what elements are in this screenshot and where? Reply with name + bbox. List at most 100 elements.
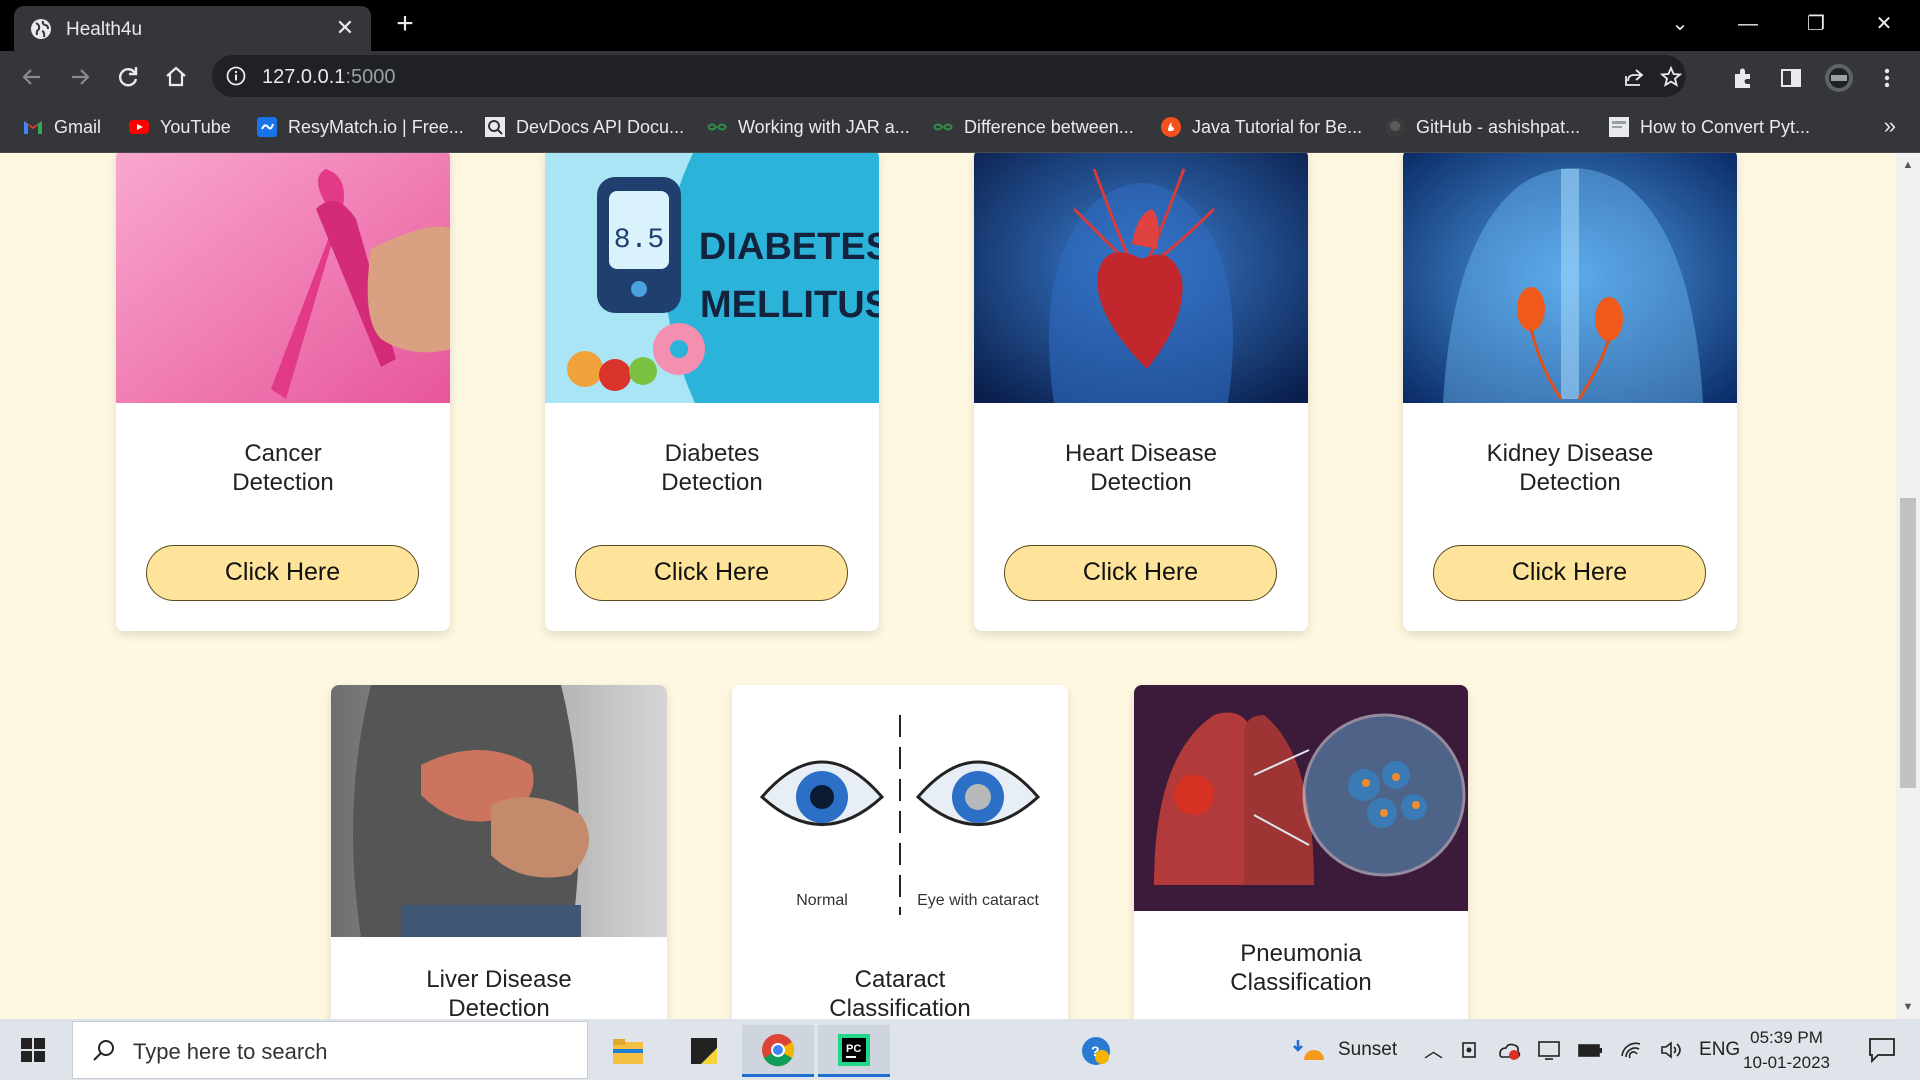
- battery-icon[interactable]: [1577, 1039, 1603, 1061]
- card-cancer-detection: Cancer Detection Click Here: [116, 153, 450, 631]
- bookmark-devdocs[interactable]: DevDocs API Docu...: [484, 115, 684, 139]
- reload-icon[interactable]: [114, 63, 142, 91]
- sticky-notes-app[interactable]: [668, 1025, 740, 1077]
- scroll-up-arrow-icon[interactable]: ▲: [1902, 159, 1914, 171]
- forward-arrow-icon[interactable]: [66, 63, 94, 91]
- windows-taskbar: Type here to search PC ? Sunset ︿ ENG 05…: [0, 1019, 1920, 1080]
- site-info-icon[interactable]: [226, 66, 246, 86]
- help-icon[interactable]: ?: [1080, 1035, 1112, 1067]
- profile-avatar-icon[interactable]: [1824, 63, 1854, 93]
- pycharm-icon: PC: [838, 1033, 870, 1066]
- new-tab-plus-icon[interactable]: +: [390, 9, 420, 40]
- gfg-icon: [707, 123, 727, 131]
- diabetes-meter-image: 8.5 DIABETES MELLITUS: [545, 153, 879, 403]
- card-title-line2: Detection: [448, 995, 550, 1019]
- notifications-icon[interactable]: [1868, 1037, 1896, 1063]
- close-window-icon[interactable]: ✕: [1864, 8, 1904, 40]
- page-scrollbar[interactable]: ▲ ▼: [1896, 153, 1920, 1019]
- gmail-icon: [24, 121, 42, 134]
- wifi-icon[interactable]: [1619, 1039, 1643, 1061]
- onedrive-error-icon[interactable]: [1497, 1039, 1521, 1061]
- search-icon: [93, 1040, 114, 1061]
- bookmarks-bar: Gmail YouTube ResyMatch.io | Free... Dev…: [0, 101, 1920, 153]
- devdocs-icon: [485, 117, 505, 137]
- weather-label: Sunset: [1338, 1038, 1398, 1060]
- globe-icon: [31, 19, 51, 39]
- display-settings-icon[interactable]: [1537, 1039, 1561, 1061]
- bookmark-jar[interactable]: Working with JAR a...: [706, 115, 910, 139]
- bookmark-label: ResyMatch.io | Free...: [288, 116, 464, 137]
- home-icon[interactable]: [162, 63, 190, 91]
- file-explorer-app[interactable]: [592, 1025, 664, 1077]
- extensions-puzzle-icon[interactable]: [1730, 65, 1756, 91]
- cataract-eyes-image: Normal Eye with cataract: [732, 685, 1068, 937]
- volume-icon[interactable]: [1659, 1039, 1683, 1061]
- pneumonia-lungs-image: [1134, 685, 1468, 911]
- card-title-line1: Heart Disease: [1064, 440, 1218, 467]
- bookmark-label: DevDocs API Docu...: [516, 116, 685, 137]
- bookmark-label: How to Convert Pyt...: [1640, 116, 1811, 137]
- card-title-line2: Classification: [1230, 969, 1372, 996]
- mellitus-word: MELLITUS: [700, 284, 879, 326]
- liver-image: [331, 685, 667, 937]
- taskbar-search-box[interactable]: Type here to search: [72, 1021, 588, 1079]
- cancer-click-here-button[interactable]: Click Here: [146, 545, 419, 601]
- minimize-icon[interactable]: —: [1728, 8, 1768, 40]
- kidney-click-here-button[interactable]: Click Here: [1433, 545, 1706, 601]
- tab-search-chevron-icon[interactable]: ⌄: [1660, 8, 1700, 40]
- card-title-line1: Diabetes: [664, 440, 760, 467]
- diabetes-click-here-button[interactable]: Click Here: [575, 545, 848, 601]
- bookmark-gmail[interactable]: Gmail: [22, 115, 101, 139]
- bookmark-label: Difference between...: [964, 116, 1134, 137]
- bookmark-label: YouTube: [160, 116, 231, 137]
- side-panel-icon[interactable]: [1778, 65, 1804, 91]
- tab-health4u[interactable]: Health4u ✕: [14, 6, 371, 51]
- clock-date: 10-01-2023: [1743, 1053, 1830, 1072]
- heart-click-here-button[interactable]: Click Here: [1004, 545, 1277, 601]
- taskbar-clock[interactable]: 05:39 PM 10-01-2023: [1743, 1025, 1830, 1075]
- kidney-anatomy-image: [1403, 153, 1737, 403]
- bookmark-java-tutorial[interactable]: Java Tutorial for Be...: [1160, 115, 1362, 139]
- card-cataract-classification: Normal Eye with cataract Cataract Classi…: [732, 685, 1068, 1019]
- restore-icon[interactable]: ❐: [1796, 8, 1836, 40]
- card-title-line2: Detection: [661, 469, 763, 496]
- language-indicator[interactable]: ENG: [1699, 1039, 1740, 1061]
- normal-eye-label: Normal: [796, 892, 848, 909]
- sunset-icon: [1293, 1039, 1324, 1060]
- back-arrow-icon[interactable]: [18, 63, 46, 91]
- more-bookmarks-chevron-icon[interactable]: »: [1884, 113, 1896, 139]
- bookmark-resymatch[interactable]: ResyMatch.io | Free...: [256, 115, 464, 139]
- search-placeholder: Type here to search: [133, 1039, 328, 1064]
- card-title-line1: Kidney Disease: [1486, 440, 1654, 467]
- page-icon: [1609, 117, 1629, 137]
- meet-now-icon[interactable]: [1459, 1039, 1481, 1061]
- browser-tab-strip: Health4u ✕ + ⌄ — ❐ ✕: [0, 0, 1920, 51]
- show-hidden-icons-chevron-icon[interactable]: ︿: [1424, 1036, 1443, 1063]
- address-bar[interactable]: 127.0.0.1:5000: [212, 55, 1686, 97]
- bookmark-star-icon[interactable]: [1659, 65, 1683, 89]
- java-tutorial-icon: [1161, 117, 1181, 137]
- bookmark-youtube[interactable]: YouTube: [128, 115, 231, 139]
- clock-time: 05:39 PM: [1750, 1028, 1823, 1047]
- bookmark-convert-python[interactable]: How to Convert Pyt...: [1608, 115, 1810, 139]
- chrome-app[interactable]: [742, 1025, 814, 1077]
- windows-start-icon[interactable]: [20, 1037, 46, 1063]
- bookmark-github[interactable]: GitHub - ashishpat...: [1384, 115, 1580, 139]
- weather-widget[interactable]: Sunset: [1292, 1019, 1397, 1080]
- bookmark-difference[interactable]: Difference between...: [932, 115, 1134, 139]
- github-icon: [1385, 117, 1405, 137]
- share-icon[interactable]: [1622, 65, 1646, 89]
- gfg-icon: [933, 123, 953, 131]
- scroll-down-arrow-icon[interactable]: ▼: [1902, 1001, 1914, 1013]
- close-tab-icon[interactable]: ✕: [333, 16, 357, 40]
- tab-title: Health4u: [66, 19, 143, 40]
- scrollbar-thumb[interactable]: [1900, 498, 1916, 788]
- card-diabetes-detection: 8.5 DIABETES MELLITUS Diabetes Detection…: [545, 153, 879, 631]
- menu-kebab-icon[interactable]: [1874, 65, 1900, 91]
- card-liver-disease-detection: Liver Disease Detection: [331, 685, 667, 1019]
- bookmark-label: Working with JAR a...: [738, 116, 910, 137]
- pycharm-app[interactable]: PC: [818, 1025, 890, 1077]
- chrome-icon: [762, 1033, 795, 1066]
- svg-text:?: ?: [1091, 1043, 1100, 1059]
- card-heart-disease-detection: Heart Disease Detection Click Here: [974, 153, 1308, 631]
